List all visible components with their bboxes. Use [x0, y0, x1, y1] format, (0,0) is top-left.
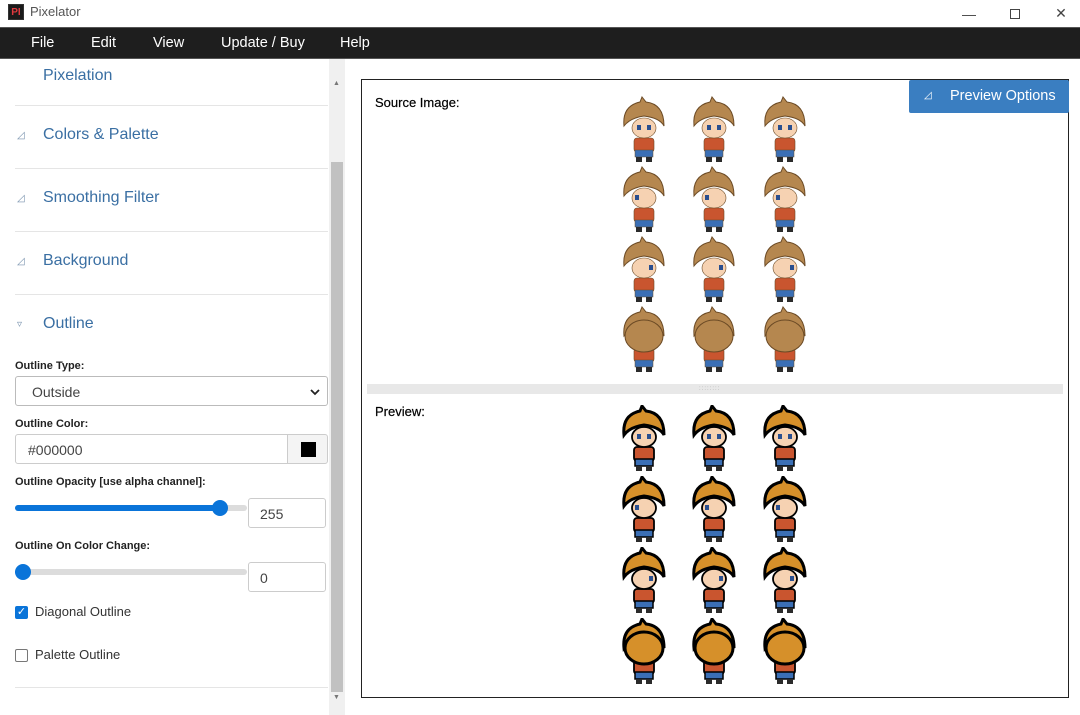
- diagonal-outline-label: Diagonal Outline: [35, 604, 132, 619]
- outline-color-label: Outline Color:: [15, 418, 89, 430]
- preview-options-label: Preview Options: [950, 88, 1056, 104]
- preview-sprite: [688, 545, 740, 615]
- slider-fill: [15, 505, 221, 511]
- outline-type-label: Outline Type:: [15, 360, 85, 372]
- source-sprite: [618, 166, 670, 234]
- preview-sprite: [688, 616, 740, 686]
- preview-sprite: [759, 474, 811, 544]
- source-sprite: [688, 166, 740, 234]
- outline-type-select[interactable]: Outside: [15, 376, 328, 406]
- color-swatch: [301, 442, 316, 457]
- scrollbar-thumb[interactable]: [331, 162, 343, 692]
- section-label: Outline: [43, 315, 94, 332]
- section-pixelation[interactable]: Pixelation: [15, 59, 328, 106]
- maximize-icon: [1010, 8, 1020, 19]
- preview-sprite: [759, 616, 811, 686]
- section-colors-palette[interactable]: ◿ Colors & Palette: [15, 106, 328, 169]
- menu-file[interactable]: File: [31, 28, 54, 58]
- section-smoothing-filter[interactable]: ◿ Smoothing Filter: [15, 169, 328, 232]
- menu-update-buy[interactable]: Update / Buy: [221, 28, 305, 58]
- preview-sprite: [759, 545, 811, 615]
- splitter-handle[interactable]: ::::::::: [367, 384, 1063, 394]
- diagonal-outline-checkbox[interactable]: ✓: [15, 606, 28, 619]
- preview-sprite: [618, 403, 670, 473]
- outline-color-input[interactable]: #000000: [15, 434, 288, 464]
- source-sprite: [618, 306, 670, 374]
- title-bar: PI Pixelator — ✕: [0, 0, 1080, 27]
- palette-outline-checkbox[interactable]: [15, 649, 28, 662]
- source-sprite: [759, 306, 811, 374]
- section-background[interactable]: ◿ Background: [15, 232, 328, 295]
- source-image-label: Source Image:: [375, 95, 460, 110]
- section-label: Colors & Palette: [43, 126, 159, 143]
- menu-edit[interactable]: Edit: [91, 28, 116, 58]
- slider-handle[interactable]: [212, 500, 229, 516]
- preview-label: Preview:: [375, 404, 425, 419]
- outline-on-color-change-input[interactable]: 0: [248, 562, 326, 592]
- settings-panel: Pixelation ◿ Colors & Palette ◿ Smoothin…: [0, 59, 345, 715]
- minimize-button[interactable]: —: [946, 0, 992, 27]
- preview-sprite: [759, 403, 811, 473]
- slider-handle[interactable]: [15, 564, 31, 580]
- preview-options-button[interactable]: ◿ Preview Options: [909, 80, 1069, 113]
- window-title: Pixelator: [30, 4, 81, 19]
- menu-bar: File Edit View Update / Buy Help: [0, 27, 1080, 59]
- preview-sprite: [688, 474, 740, 544]
- app-logo-icon: PI: [8, 4, 24, 20]
- source-sprite: [759, 96, 811, 164]
- minimize-icon: —: [962, 5, 976, 22]
- maximize-button[interactable]: [992, 0, 1038, 27]
- source-sprite: [618, 236, 670, 304]
- chevron-down-icon: [310, 389, 320, 396]
- outline-opacity-label: Outline Opacity [use alpha channel]:: [15, 476, 206, 488]
- collapsed-triangle-icon: ◿: [17, 130, 25, 141]
- section-outline[interactable]: ▿ Outline: [15, 295, 328, 358]
- preview-sprite: [618, 545, 670, 615]
- outline-opacity-input[interactable]: 255: [248, 498, 326, 528]
- scroll-down-icon[interactable]: ▼: [333, 694, 340, 701]
- outline-on-color-change-label: Outline On Color Change:: [15, 540, 151, 552]
- outline-on-color-change-slider[interactable]: [15, 564, 247, 580]
- source-sprite: [618, 96, 670, 164]
- menu-help[interactable]: Help: [340, 28, 370, 58]
- source-sprite: [759, 166, 811, 234]
- preview-sprite: [688, 403, 740, 473]
- source-sprite: [688, 306, 740, 374]
- source-sprite: [688, 236, 740, 304]
- grip-icon: ::::::::: [699, 386, 721, 392]
- expanded-triangle-icon: ▿: [17, 319, 23, 330]
- section-label: Background: [43, 252, 129, 269]
- collapsed-triangle-icon: ◿: [17, 193, 25, 204]
- menu-view[interactable]: View: [153, 28, 184, 58]
- section-pixelation-label: Pixelation: [43, 67, 113, 84]
- outline-opacity-slider[interactable]: [15, 500, 247, 516]
- preview-sprite: [618, 474, 670, 544]
- close-button[interactable]: ✕: [1038, 0, 1080, 27]
- collapsed-triangle-icon: ◿: [17, 256, 25, 267]
- source-sprite: [688, 96, 740, 164]
- source-sprite: [759, 236, 811, 304]
- preview-sprite: [618, 616, 670, 686]
- color-picker-button[interactable]: [287, 434, 328, 464]
- palette-outline-label: Palette Outline: [35, 647, 121, 662]
- section-divider: [15, 687, 328, 688]
- close-icon: ✕: [1055, 5, 1067, 21]
- outline-type-value: Outside: [32, 384, 81, 400]
- scroll-up-icon[interactable]: ▲: [333, 80, 340, 87]
- collapsed-triangle-icon: ◿: [924, 90, 932, 101]
- section-label: Smoothing Filter: [43, 189, 160, 206]
